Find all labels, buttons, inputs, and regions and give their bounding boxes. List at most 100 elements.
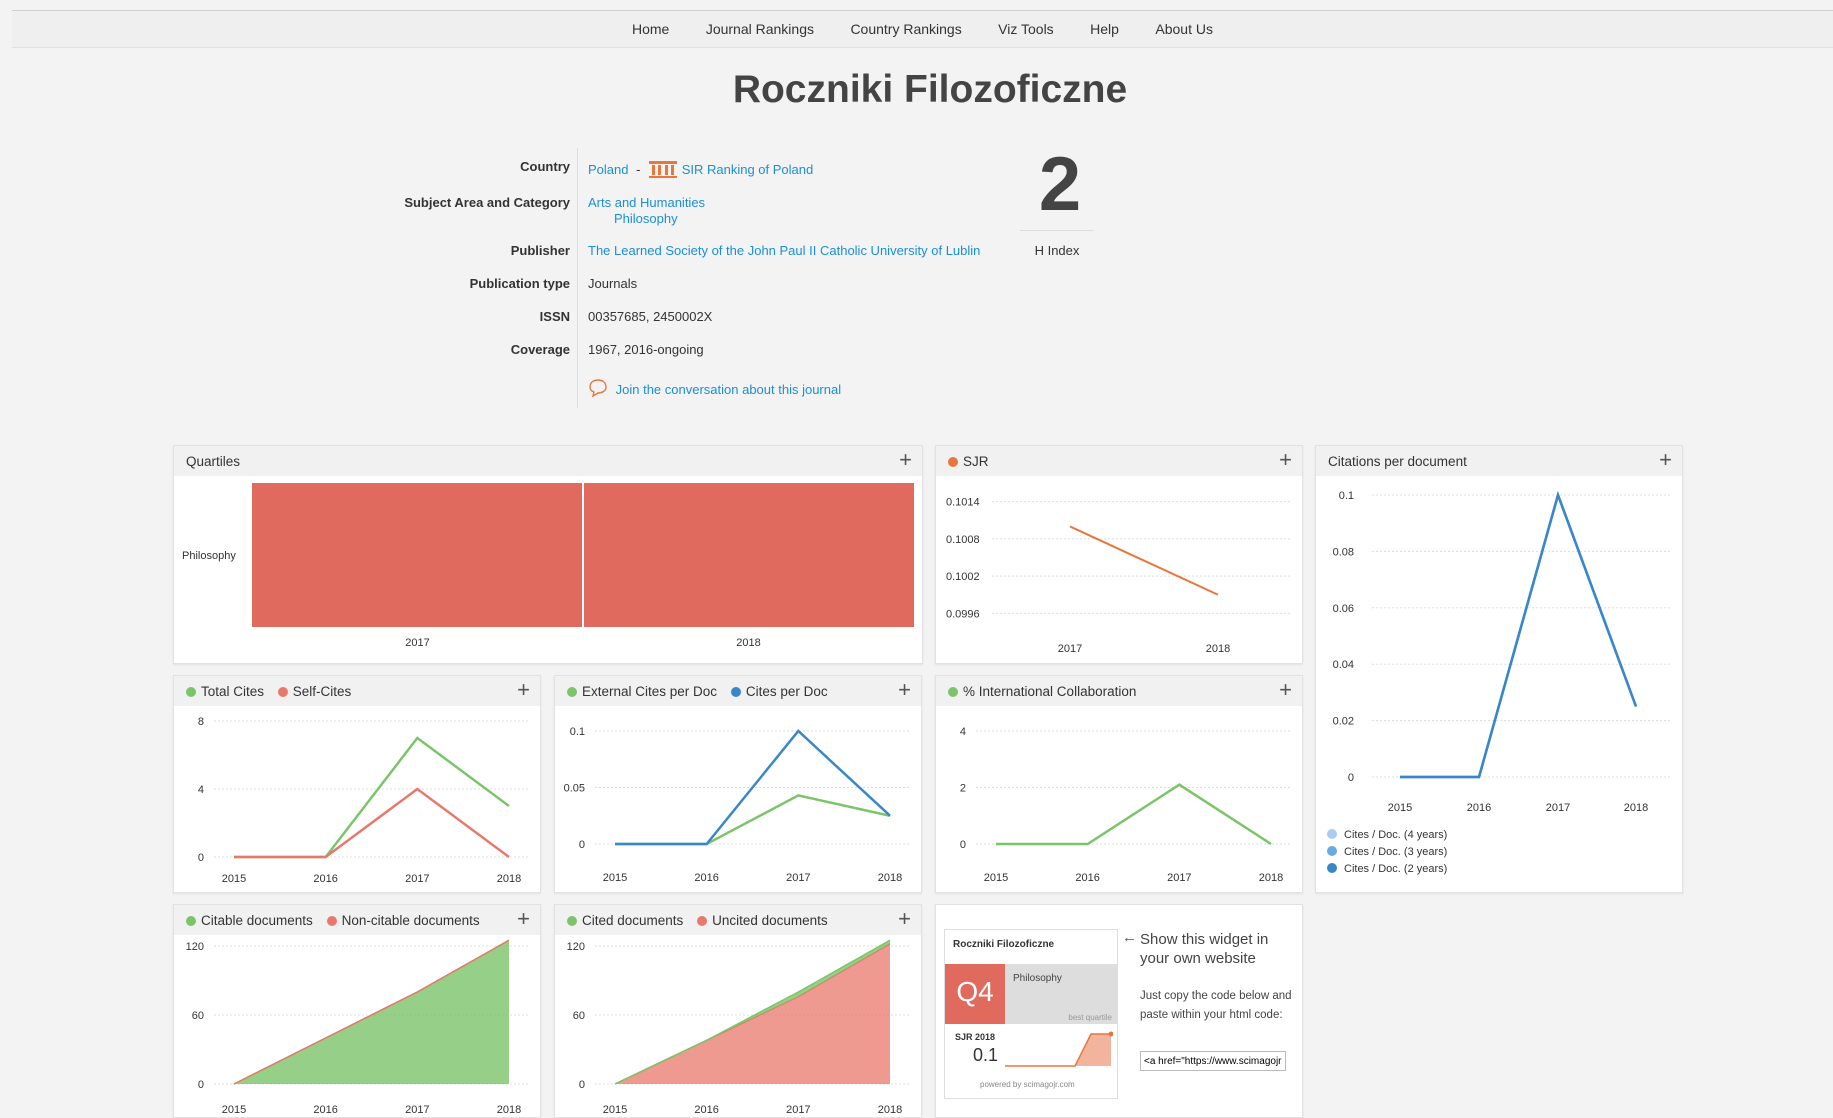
x-tick-label: 2018 (1259, 872, 1283, 884)
x-tick-label: 2018 (878, 1104, 902, 1116)
y-tick-label: 120 (567, 941, 585, 953)
legend-label: Cites / Doc. (4 years) (1344, 829, 1447, 841)
x-tick-label: 2017 (405, 1104, 429, 1116)
x-tick-label: 2015 (603, 1104, 627, 1116)
y-tick-label: 0.1008 (946, 534, 980, 546)
y-tick-label: 0.08 (1333, 546, 1354, 558)
external-cites-line (615, 794, 891, 846)
nav-country-rankings[interactable]: Country Rankings (850, 11, 961, 47)
top-navigation-bar: Home Journal Rankings Country Rankings V… (12, 10, 1833, 48)
quartiles-expand-button[interactable]: + (899, 448, 912, 472)
cpd-header: Citations per document + (1316, 446, 1682, 476)
cites-expand-button[interactable]: + (517, 678, 530, 702)
subject-category-link[interactable]: Philosophy (614, 211, 678, 226)
country-separator: - (636, 162, 641, 177)
sir-ranking-link[interactable]: SIR Ranking of Poland (682, 162, 814, 177)
row-label: Philosophy (182, 550, 236, 562)
sjr-expand-button[interactable]: + (1279, 448, 1292, 472)
nav-help[interactable]: Help (1090, 11, 1119, 47)
citable-header: Citable documents Non-citable documents … (174, 905, 540, 935)
self-cites-legend-dot (277, 687, 288, 697)
cited-header: Cited documents Uncited documents + (555, 905, 921, 935)
self-cites-legend[interactable]: Self-Cites (293, 684, 352, 699)
publisher-value[interactable]: The Learned Society of the John Paul II … (588, 243, 980, 258)
x-tick-label: 2015 (603, 872, 627, 884)
conversation-link[interactable]: Join the conversation about this journal (588, 379, 841, 398)
coverage-label: Coverage (510, 342, 570, 357)
y-tick-label: 0.02 (1333, 716, 1354, 728)
citable-documents-panel: Citable documents Non-citable documents … (173, 904, 541, 1118)
cites-legend: Total Cites Self-Cites (186, 684, 351, 699)
nav-about-us[interactable]: About Us (1155, 11, 1213, 47)
ext-expand-button[interactable]: + (898, 678, 911, 702)
non-citable-legend-label[interactable]: Non-citable documents (342, 913, 480, 928)
widget-sjr-value: 0.1 (973, 1045, 999, 1065)
nav-home[interactable]: Home (632, 11, 669, 47)
nav-journal-rankings[interactable]: Journal Rankings (706, 11, 814, 47)
widget-sparkline-area (1005, 1034, 1111, 1066)
x-tick-label: 2017 (1546, 802, 1570, 814)
h-index-divider (1020, 230, 1094, 231)
y-tick-label: 0.05 (564, 783, 585, 795)
widget-quartile-text: Q4 (956, 976, 994, 1007)
legend-label: Cites / Doc. (2 years) (1344, 863, 1447, 875)
y-tick-label: 0.04 (1333, 659, 1354, 671)
widget-panel: Roczniki Filozoficzne Q4 Philosophy best… (935, 904, 1303, 1118)
publisher-link[interactable]: The Learned Society of the John Paul II … (588, 243, 980, 258)
non-citable-legend-dot (326, 916, 337, 926)
y-tick-label: 0.1014 (946, 497, 980, 509)
widget-journal-title: Roczniki Filozoficzne (953, 939, 1055, 950)
cited-legend-dot (567, 916, 577, 926)
citable-chart: 120 60 0 2015 2016 2017 2018 (186, 939, 529, 1116)
institution-icon (649, 161, 678, 178)
citable-expand-button[interactable]: + (517, 907, 530, 931)
citable-legend-label[interactable]: Citable documents (201, 913, 313, 928)
citations-per-document-panel: Citations per document + 0.1 0.08 0.06 0.04… (1315, 445, 1683, 893)
y-tick-label: 0.06 (1333, 603, 1354, 615)
x-tick-label: 2018 (736, 637, 760, 649)
widget-quartile-box: Q4 (945, 964, 1005, 1024)
subject-label: Subject Area and Category (404, 195, 570, 210)
y-tick-label: 0.1002 (946, 571, 980, 583)
h-index-label: H Index (1034, 243, 1080, 258)
cites-header: Total Cites Self-Cites + (174, 676, 540, 706)
legend-label: Cites / Doc. (3 years) (1344, 846, 1447, 858)
widget-code-input[interactable] (1140, 1051, 1286, 1071)
widget-sparkline (1005, 1031, 1113, 1067)
x-tick-label: 2016 (1075, 872, 1099, 884)
citable-legend-dot (186, 916, 196, 926)
intl-chart: 4 2 0 2015 2016 2017 2018 (960, 726, 1291, 884)
y-tick-label: 120 (186, 941, 204, 953)
total-cites-legend[interactable]: Total Cites (201, 684, 264, 699)
x-tick-label: 2018 (1206, 643, 1230, 655)
y-tick-label: 0 (579, 1079, 585, 1091)
conversation-text[interactable]: Join the conversation about this journal (616, 382, 841, 397)
cpd-chart: 0.1 0.08 0.06 0.04 0.02 0 2015 2016 2017 2018 Cite… (1327, 490, 1671, 875)
y-tick-label: 2 (960, 783, 966, 795)
cited-legend-label[interactable]: Cited documents (582, 913, 683, 928)
x-tick-label: 2015 (222, 1104, 246, 1116)
nav-viz-tools[interactable]: Viz Tools (998, 11, 1054, 47)
x-tick-label: 2017 (1167, 872, 1191, 884)
cited-expand-button[interactable]: + (898, 907, 911, 931)
ext-cites-legend[interactable]: External Cites per Doc (582, 684, 717, 699)
x-tick-label: 2017 (786, 1104, 810, 1116)
ext-legend: External Cites per Doc Cites per Doc (567, 684, 828, 699)
sjr-header: SJR + (936, 446, 1302, 476)
cites-per-doc-legend[interactable]: Cites per Doc (746, 684, 828, 699)
subject-area-text[interactable]: Arts and Humanities (588, 195, 705, 210)
cites-panel: Total Cites Self-Cites + 8 4 0 2015 2016 2017… (173, 675, 541, 893)
subject-category-text[interactable]: Philosophy (614, 211, 678, 226)
country-link[interactable]: Poland (588, 162, 628, 177)
subject-area-link[interactable]: Arts and Humanities (588, 195, 705, 210)
legend-dot (1327, 846, 1337, 856)
uncited-legend-label[interactable]: Uncited documents (712, 913, 828, 928)
intl-expand-button[interactable]: + (1279, 678, 1292, 702)
widget-preview[interactable]: Roczniki Filozoficzne Q4 Philosophy best… (944, 929, 1118, 1099)
cpd-expand-button[interactable]: + (1659, 448, 1672, 472)
cited-legend: Cited documents Uncited documents (567, 913, 828, 928)
y-tick-label: 0.1 (1339, 490, 1354, 502)
intl-title[interactable]: % International Collaboration (963, 684, 1136, 699)
cited-chart: 120 60 0 2015 2016 2017 2018 (567, 939, 910, 1116)
quartiles-title: Quartiles (186, 454, 241, 469)
